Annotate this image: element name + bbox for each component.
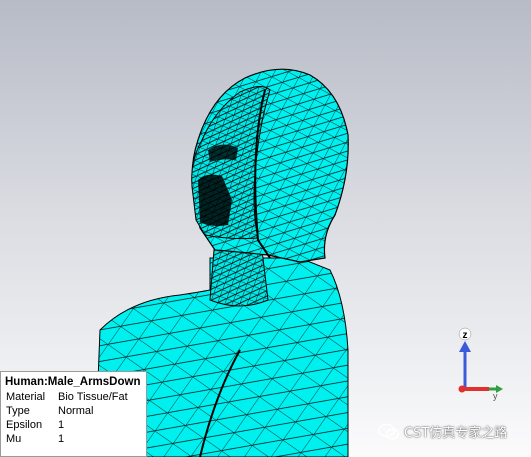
info-label: Type <box>6 405 30 417</box>
object-info-panel: Human:Male_ArmsDown Material Bio Tissue/… <box>0 371 147 457</box>
info-label: Epsilon <box>6 419 43 431</box>
3d-viewport[interactable]: z y Human:Male_ArmsDown Material Bio Tis… <box>0 0 531 457</box>
z-axis-label: z <box>463 330 468 341</box>
object-name: Human:Male_ArmsDown <box>5 376 141 388</box>
info-label: Mu <box>6 433 22 445</box>
axis-triad: z y <box>458 327 503 401</box>
wechat-icon <box>378 423 400 440</box>
info-label: Material <box>6 391 46 403</box>
watermark: CST仿真专家之路 <box>378 422 507 441</box>
info-value: 1 <box>58 433 65 445</box>
info-value: Bio Tissue/Fat <box>58 391 128 403</box>
y-axis-label: y <box>493 391 498 401</box>
info-value: Normal <box>58 405 94 417</box>
info-row-mu: Mu 1 <box>1 432 146 446</box>
neck-mesh <box>209 249 269 307</box>
info-row-material: Material Bio Tissue/Fat <box>1 390 146 404</box>
watermark-text: CST仿真专家之路 <box>404 426 508 441</box>
axis-origin <box>458 385 466 393</box>
info-value: 1 <box>58 419 65 431</box>
info-row-epsilon: Epsilon 1 <box>1 418 146 432</box>
z-axis-arrow <box>459 341 471 352</box>
info-row-type: Type Normal <box>1 404 146 418</box>
